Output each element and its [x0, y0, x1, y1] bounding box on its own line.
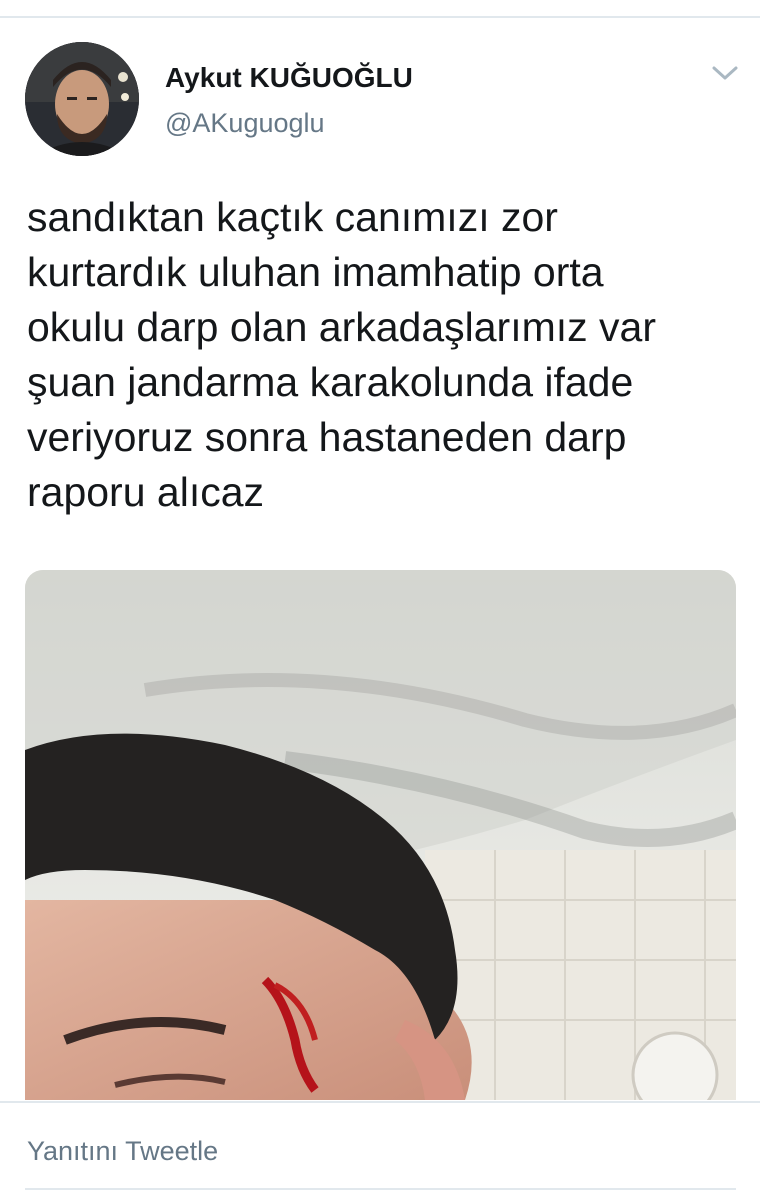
tweet-text: sandıktan kaçtık canımızı zor kurtardık …	[27, 194, 656, 515]
tweet-media-photo[interactable]	[25, 570, 736, 1100]
reply-tweet-link[interactable]: Yanıtını Tweetle	[27, 1136, 218, 1167]
author-handle[interactable]: @AKuguoglu	[165, 108, 325, 139]
author-display-name[interactable]: Aykut KUĞUOĞLU	[165, 62, 413, 94]
footer-divider	[25, 1188, 736, 1190]
avatar[interactable]	[25, 42, 139, 156]
top-divider	[0, 16, 760, 18]
photo-image	[25, 570, 736, 1100]
tweet-detail-page: Aykut KUĞUOĞLU @AKuguoglu sandıktan kaçt…	[0, 0, 760, 1200]
chevron-down-icon[interactable]	[710, 62, 740, 86]
avatar-image	[25, 42, 139, 156]
media-bottom-divider	[0, 1101, 760, 1103]
